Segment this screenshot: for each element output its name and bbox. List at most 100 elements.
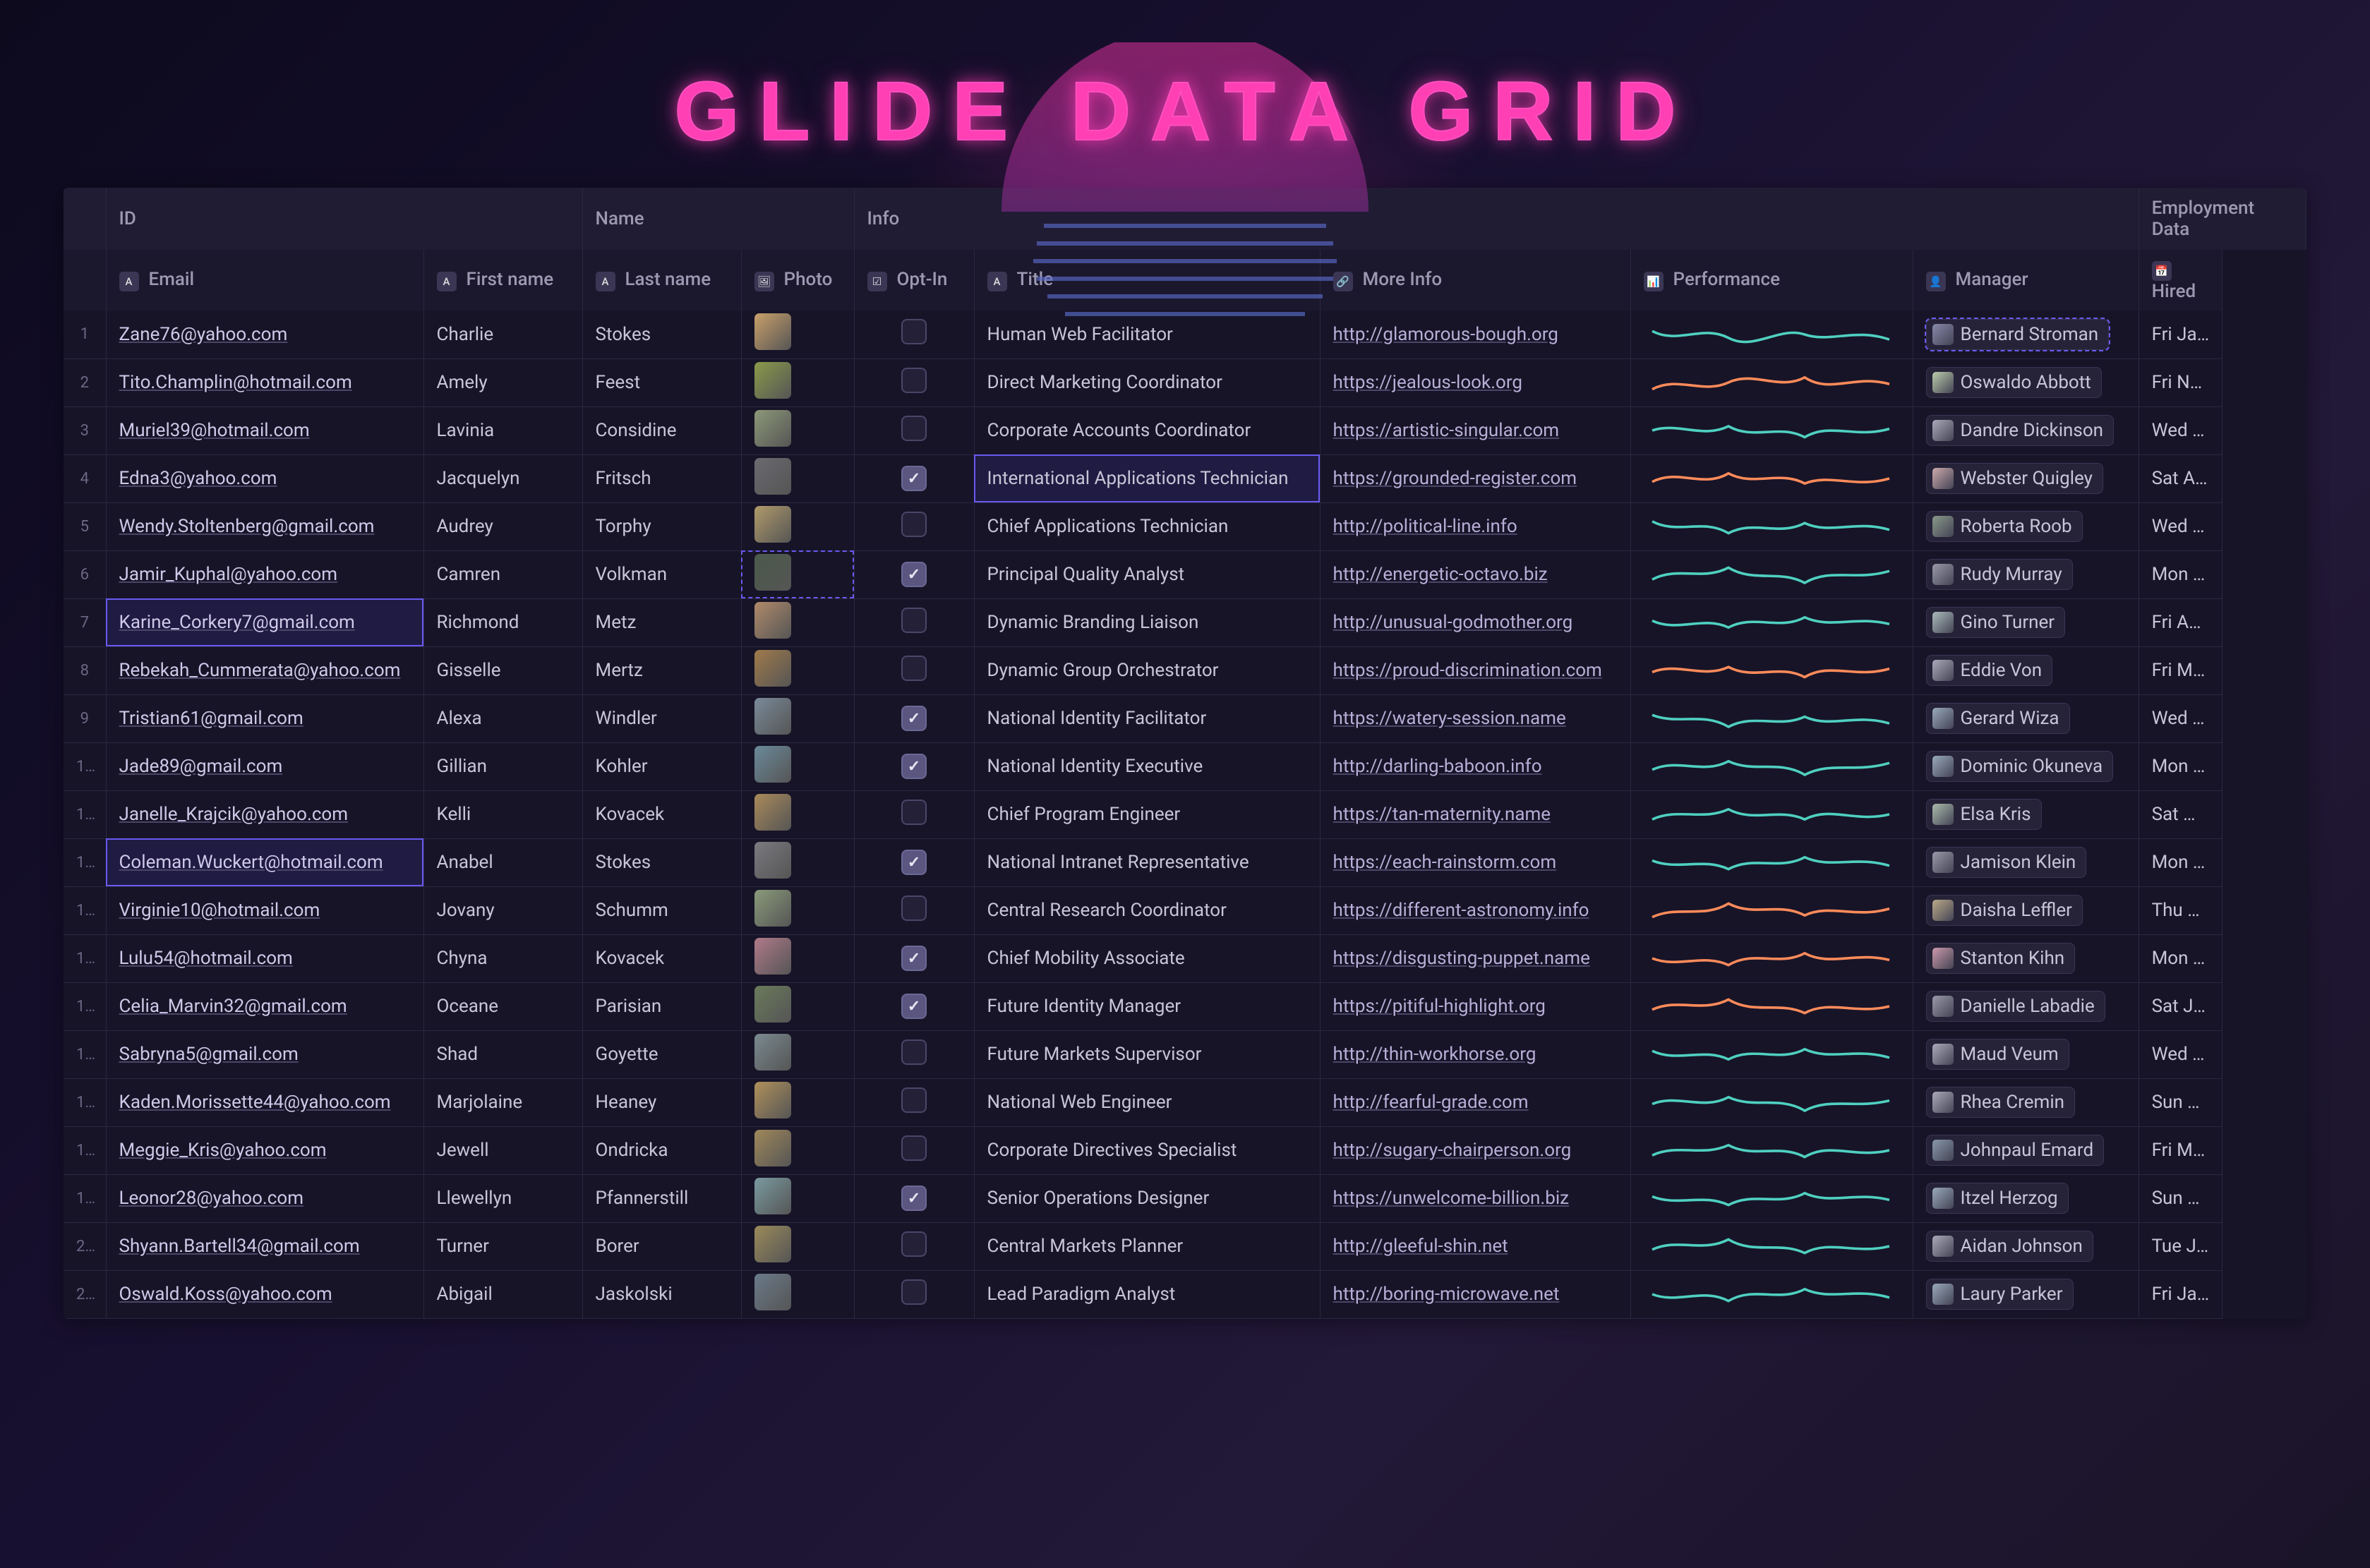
more-info-cell[interactable]: http://sugary-chairperson.org — [1320, 1126, 1630, 1174]
first-name-cell[interactable]: Amely — [423, 358, 582, 406]
title-cell[interactable]: Chief Mobility Associate — [974, 934, 1320, 982]
opt-in-cell[interactable] — [854, 1030, 974, 1078]
photo-cell[interactable] — [741, 982, 854, 1030]
checkbox-icon[interactable] — [901, 1087, 927, 1113]
email-cell[interactable]: Kaden.Morissette44@yahoo.com — [106, 1078, 423, 1126]
manager-cell[interactable]: Webster Quigley — [1913, 454, 2139, 502]
manager-chip[interactable]: Aidan Johnson — [1926, 1231, 2093, 1262]
more-info-cell[interactable]: https://jealous-look.org — [1320, 358, 1630, 406]
last-name-cell[interactable]: Volkman — [582, 550, 741, 598]
more-info-cell[interactable]: http://fearful-grade.com — [1320, 1078, 1630, 1126]
last-name-cell[interactable]: Fritsch — [582, 454, 741, 502]
checkbox-icon[interactable] — [901, 1135, 927, 1161]
checkbox-icon[interactable] — [901, 850, 927, 875]
photo-cell[interactable] — [741, 742, 854, 790]
last-name-cell[interactable]: Heaney — [582, 1078, 741, 1126]
column-header[interactable]: AFirst name — [423, 250, 582, 310]
table-row[interactable]: 20Shyann.Bartell34@gmail.comTurnerBorerC… — [64, 1222, 2306, 1270]
table-row[interactable]: 15Celia_Marvin32@gmail.comOceaneParisian… — [64, 982, 2306, 1030]
opt-in-cell[interactable] — [854, 1222, 974, 1270]
more-info-cell[interactable]: http://energetic-octavo.biz — [1320, 550, 1630, 598]
column-group[interactable]: ID — [106, 188, 582, 250]
hired-cell[interactable]: Sat May 20 2023 — [2139, 790, 2222, 838]
email-cell[interactable]: Leonor28@yahoo.com — [106, 1174, 423, 1222]
photo-cell[interactable] — [741, 598, 854, 646]
column-header[interactable]: 🔗More Info — [1320, 250, 1630, 310]
checkbox-icon[interactable] — [901, 1039, 927, 1065]
checkbox-icon[interactable] — [901, 1231, 927, 1257]
manager-cell[interactable]: Roberta Roob — [1913, 502, 2139, 550]
performance-cell[interactable] — [1630, 646, 1913, 694]
last-name-cell[interactable]: Pfannerstill — [582, 1174, 741, 1222]
last-name-cell[interactable]: Borer — [582, 1222, 741, 1270]
title-cell[interactable]: Central Research Coordinator — [974, 886, 1320, 934]
opt-in-cell[interactable] — [854, 886, 974, 934]
manager-cell[interactable]: Johnpaul Emard — [1913, 1126, 2139, 1174]
table-row[interactable]: 6Jamir_Kuphal@yahoo.comCamrenVolkmanPrin… — [64, 550, 2306, 598]
table-row[interactable]: 21Oswald.Koss@yahoo.comAbigailJaskolskiL… — [64, 1270, 2306, 1318]
performance-cell[interactable] — [1630, 790, 1913, 838]
manager-chip[interactable]: Daisha Leffler — [1926, 895, 2083, 926]
manager-chip[interactable]: Rhea Cremin — [1926, 1087, 2075, 1118]
photo-cell[interactable] — [741, 1174, 854, 1222]
email-cell[interactable]: Lulu54@hotmail.com — [106, 934, 423, 982]
manager-cell[interactable]: Rudy Murray — [1913, 550, 2139, 598]
more-info-cell[interactable]: https://artistic-singular.com — [1320, 406, 1630, 454]
performance-cell[interactable] — [1630, 1222, 1913, 1270]
column-header[interactable]: 🖼Photo — [741, 250, 854, 310]
first-name-cell[interactable]: Richmond — [423, 598, 582, 646]
table-row[interactable]: 13Virginie10@hotmail.comJovanySchummCent… — [64, 886, 2306, 934]
checkbox-icon[interactable] — [901, 608, 927, 633]
title-cell[interactable]: National Web Engineer — [974, 1078, 1320, 1126]
title-cell[interactable]: Corporate Accounts Coordinator — [974, 406, 1320, 454]
checkbox-icon[interactable] — [901, 1279, 927, 1305]
checkbox-icon[interactable] — [901, 466, 927, 491]
photo-cell[interactable] — [741, 886, 854, 934]
photo-cell[interactable] — [741, 1270, 854, 1318]
column-header[interactable]: ☑Opt-In — [854, 250, 974, 310]
table-row[interactable]: 19Leonor28@yahoo.comLlewellynPfannerstil… — [64, 1174, 2306, 1222]
photo-cell[interactable] — [741, 406, 854, 454]
title-cell[interactable]: Chief Program Engineer — [974, 790, 1320, 838]
email-cell[interactable]: Sabryna5@gmail.com — [106, 1030, 423, 1078]
hired-cell[interactable]: Tue Jan 17 2023 — [2139, 1222, 2222, 1270]
checkbox-icon[interactable] — [901, 1186, 927, 1211]
manager-cell[interactable]: Maud Veum — [1913, 1030, 2139, 1078]
more-info-cell[interactable]: http://unusual-godmother.org — [1320, 598, 1630, 646]
performance-cell[interactable] — [1630, 598, 1913, 646]
hired-cell[interactable]: Wed Aug 16 2023 — [2139, 694, 2222, 742]
checkbox-icon[interactable] — [901, 800, 927, 825]
photo-cell[interactable] — [741, 838, 854, 886]
performance-cell[interactable] — [1630, 694, 1913, 742]
email-cell[interactable]: Zane76@yahoo.com — [106, 310, 423, 358]
table-row[interactable]: 2Tito.Champlin@hotmail.comAmelyFeestDire… — [64, 358, 2306, 406]
opt-in-cell[interactable] — [854, 934, 974, 982]
last-name-cell[interactable]: Stokes — [582, 310, 741, 358]
performance-cell[interactable] — [1630, 406, 1913, 454]
photo-cell[interactable] — [741, 1078, 854, 1126]
first-name-cell[interactable]: Jovany — [423, 886, 582, 934]
hired-cell[interactable]: Fri Jan 20 2023 — [2139, 310, 2222, 358]
title-cell[interactable]: National Identity Executive — [974, 742, 1320, 790]
manager-cell[interactable]: Danielle Labadie — [1913, 982, 2139, 1030]
column-header[interactable]: 📅Hired — [2139, 250, 2222, 310]
opt-in-cell[interactable] — [854, 1174, 974, 1222]
hired-cell[interactable]: Thu Aug 03 2023 — [2139, 886, 2222, 934]
manager-cell[interactable]: Dandre Dickinson — [1913, 406, 2139, 454]
hired-cell[interactable]: Sun Jun 11 2023 — [2139, 1078, 2222, 1126]
performance-cell[interactable] — [1630, 454, 1913, 502]
email-cell[interactable]: Virginie10@hotmail.com — [106, 886, 423, 934]
more-info-cell[interactable]: https://disgusting-puppet.name — [1320, 934, 1630, 982]
checkbox-icon[interactable] — [901, 656, 927, 681]
title-cell[interactable]: Lead Paradigm Analyst — [974, 1270, 1320, 1318]
title-cell[interactable]: Future Identity Manager — [974, 982, 1320, 1030]
more-info-cell[interactable]: http://political-line.info — [1320, 502, 1630, 550]
first-name-cell[interactable]: Llewellyn — [423, 1174, 582, 1222]
manager-chip[interactable]: Rudy Murray — [1926, 559, 2073, 590]
column-header[interactable]: 👤Manager — [1913, 250, 2139, 310]
hired-cell[interactable]: Sat Apr 15 2023 — [2139, 454, 2222, 502]
performance-cell[interactable] — [1630, 886, 1913, 934]
photo-cell[interactable] — [741, 694, 854, 742]
title-cell[interactable]: National Intranet Representative — [974, 838, 1320, 886]
performance-cell[interactable] — [1630, 1078, 1913, 1126]
